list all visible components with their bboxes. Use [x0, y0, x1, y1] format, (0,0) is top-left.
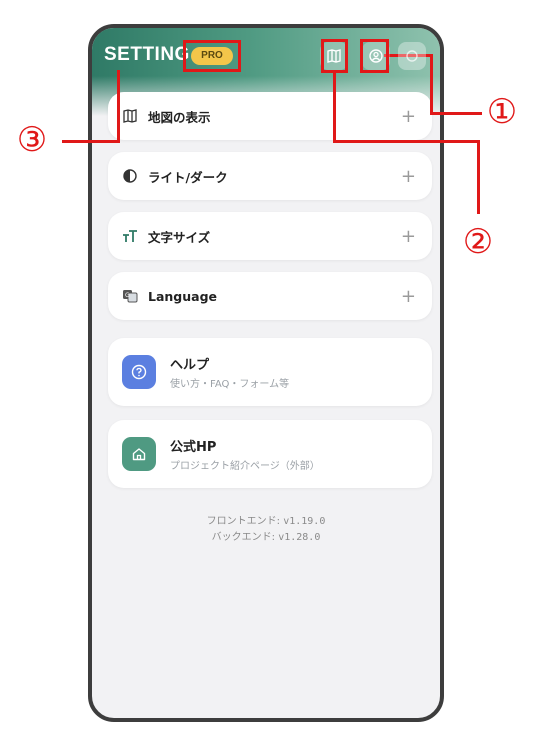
- callout-1: ①: [486, 92, 518, 132]
- frontend-version: フロントエンド: v1.19.0: [92, 512, 440, 527]
- callout-line-3: [117, 70, 120, 142]
- gear-icon: [406, 50, 418, 62]
- frontend-version-value: v1.19.0: [283, 516, 326, 527]
- page-title: SETTING: [104, 44, 190, 65]
- callout-line-1: [430, 112, 482, 115]
- contrast-icon: [122, 168, 138, 184]
- backend-version-value: v1.28.0: [278, 532, 321, 543]
- highlight-box-pro: [183, 40, 241, 72]
- expand-icon[interactable]: +: [401, 106, 416, 127]
- menu-item-theme[interactable]: ライト/ダーク +: [108, 152, 432, 200]
- help-card[interactable]: ヘルプ 使い方・FAQ・フォーム等: [108, 338, 432, 406]
- highlight-box-map: [321, 39, 348, 73]
- phone-frame: SETTING PRO 地図の表示 + ライト/ダーク + 文字サイズ + G …: [88, 24, 444, 722]
- home-icon: [122, 437, 156, 471]
- menu-label: ライト/ダーク: [148, 169, 228, 185]
- menu-item-map-display[interactable]: 地図の表示 +: [108, 92, 432, 140]
- callout-line-3: [62, 140, 120, 143]
- menu-item-language[interactable]: G Language +: [108, 272, 432, 320]
- callout-3: ③: [16, 120, 48, 160]
- highlight-box-account: [360, 39, 389, 73]
- backend-version: バックエンド: v1.28.0: [92, 528, 440, 543]
- frontend-version-label: フロントエンド:: [206, 516, 281, 527]
- callout-2: ②: [462, 222, 494, 262]
- official-subtitle: プロジェクト紹介ページ（外部）: [170, 461, 320, 472]
- help-subtitle: 使い方・FAQ・フォーム等: [170, 379, 290, 390]
- translate-icon: G: [122, 288, 138, 304]
- menu-label: 地図の表示: [148, 109, 211, 125]
- official-title: 公式HP: [170, 440, 217, 455]
- menu-label: Language: [148, 288, 218, 304]
- expand-icon[interactable]: +: [401, 166, 416, 187]
- callout-line-2: [333, 140, 479, 143]
- callout-line-2: [333, 70, 336, 142]
- callout-line-1: [430, 54, 433, 114]
- official-site-card[interactable]: 公式HP プロジェクト紹介ページ（外部）: [108, 420, 432, 488]
- text-size-icon: [122, 228, 138, 244]
- menu-label: 文字サイズ: [148, 229, 211, 245]
- expand-icon[interactable]: +: [401, 286, 416, 307]
- pro-settings-button[interactable]: [398, 42, 426, 70]
- help-title: ヘルプ: [170, 358, 210, 373]
- callout-line-2: [477, 140, 480, 214]
- expand-icon[interactable]: +: [401, 226, 416, 247]
- svg-text:G: G: [125, 292, 130, 299]
- map-icon: [122, 108, 138, 124]
- question-icon: [122, 355, 156, 389]
- menu-item-text-size[interactable]: 文字サイズ +: [108, 212, 432, 260]
- backend-version-label: バックエンド:: [211, 532, 276, 543]
